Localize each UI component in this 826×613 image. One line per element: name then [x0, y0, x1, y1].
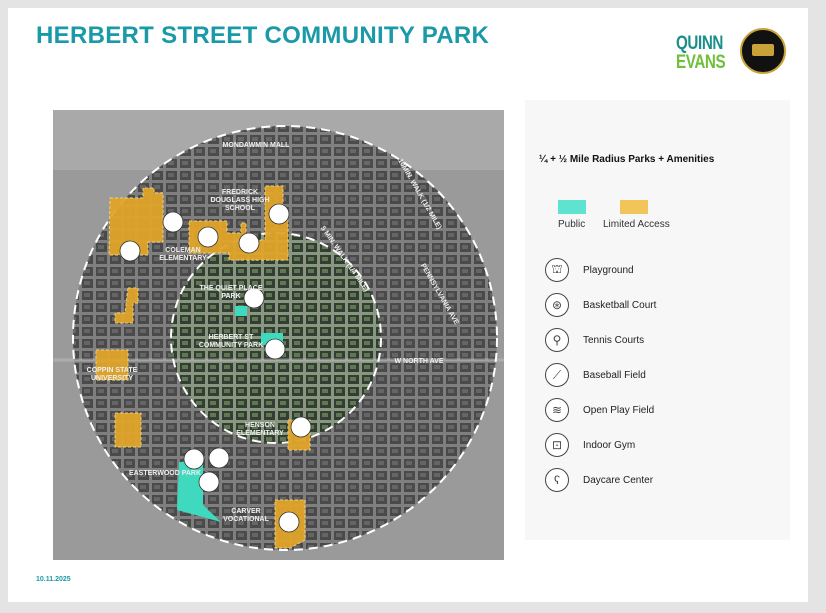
legend-item-playground: ⛫ Playground — [545, 258, 634, 282]
playground-icon: ⛫ — [545, 258, 569, 282]
area-quiet-place — [235, 306, 247, 316]
label-carver: CARVER — [231, 508, 260, 515]
label-north-ave: W NORTH AVE — [395, 358, 444, 365]
legend-item-gym: ⊡ Indoor Gym — [545, 433, 635, 457]
marker-playground — [198, 471, 220, 493]
label-carver: VOCATIONAL — [223, 516, 269, 523]
authority-seal-logo — [740, 28, 786, 74]
label-henson: ELEMENTARY — [236, 430, 284, 437]
legend-label: Basketball Court — [583, 299, 657, 311]
label-coppin: COPPIN STATE — [87, 367, 138, 374]
legend-label: Daycare Center — [583, 474, 654, 486]
label-herbert-st: HERBERT ST — [209, 334, 254, 341]
quinn-evans-logo: QUINN EVANS — [676, 33, 726, 73]
legend-label: Open Play Field — [583, 404, 655, 416]
legend-item-open-play: ≋ Open Play Field — [545, 398, 654, 422]
legend-title: ¼ + ½ Mile Radius Parks + Amenities — [539, 154, 715, 165]
label-coppin: UNIVERSITY — [91, 375, 133, 382]
logo-line-1: QUINN — [676, 33, 723, 54]
legend-panel: ¼ + ½ Mile Radius Parks + Amenities Publ… — [525, 100, 790, 540]
park-radius-map: MONDAWMIN MALL FREDRICK DOUGLASS HIGH SC… — [53, 110, 504, 560]
legend-label: Playground — [583, 264, 634, 276]
marker-open-play-field — [264, 338, 286, 360]
label-herbert-st: COMMUNITY PARK — [199, 342, 263, 349]
label-quiet-place: THE QUIET PLACE — [199, 285, 262, 292]
logo-line-2: EVANS — [676, 52, 726, 73]
marker-open-play-field — [197, 226, 219, 248]
legend-item-baseball: ⟋ Baseball Field — [545, 363, 646, 387]
area-west-lot — [114, 412, 142, 448]
basketball-icon: ⊛ — [545, 293, 569, 317]
slide: HERBERT STREET COMMUNITY PARK QUINN EVAN… — [8, 8, 808, 602]
marker-open-play-field — [268, 203, 290, 225]
marker-open-play-field — [278, 511, 300, 533]
page-title: HERBERT STREET COMMUNITY PARK — [36, 22, 490, 49]
label-easterwood: EASTERWOOD PARK — [129, 470, 201, 477]
label-douglass: SCHOOL — [225, 205, 256, 212]
label-coleman: COLEMAN — [165, 247, 200, 254]
label-henson: HENSON — [245, 422, 275, 429]
legend-item-tennis: ⚲ Tennis Courts — [545, 328, 644, 352]
marker-basketball-court — [208, 447, 230, 469]
legend-label: Baseball Field — [583, 369, 646, 381]
legend-item-daycare: ʕ Daycare Center — [545, 468, 653, 492]
limited-access-swatch — [620, 200, 648, 214]
tennis-icon: ⚲ — [545, 328, 569, 352]
gym-icon: ⊡ — [545, 433, 569, 457]
marker-open-play-field — [162, 211, 184, 233]
label-mondawmin-mall: MONDAWMIN MALL — [223, 142, 291, 149]
marker-baseball-field — [183, 448, 205, 470]
public-swatch — [558, 200, 586, 214]
legend-label: Indoor Gym — [583, 439, 636, 451]
public-label: Public — [558, 219, 586, 230]
marker-baseball-field — [238, 232, 260, 254]
limited-access-label: Limited Access — [603, 219, 670, 230]
open-field-icon: ≋ — [545, 398, 569, 422]
label-douglass: DOUGLASS HIGH — [210, 197, 269, 204]
marker-tennis-court — [119, 240, 141, 262]
label-coleman: ELEMENTARY — [159, 255, 207, 262]
label-quiet-place: PARK — [221, 293, 240, 300]
legend-label: Tennis Courts — [583, 334, 645, 346]
legend-item-basketball: ⊛ Basketball Court — [545, 293, 656, 317]
label-douglass: FREDRICK — [222, 189, 258, 196]
date-footer: 10.11.2025 — [36, 576, 71, 583]
marker-open-play-field — [290, 416, 312, 438]
daycare-icon: ʕ — [545, 468, 569, 492]
baseball-icon: ⟋ — [545, 363, 569, 387]
